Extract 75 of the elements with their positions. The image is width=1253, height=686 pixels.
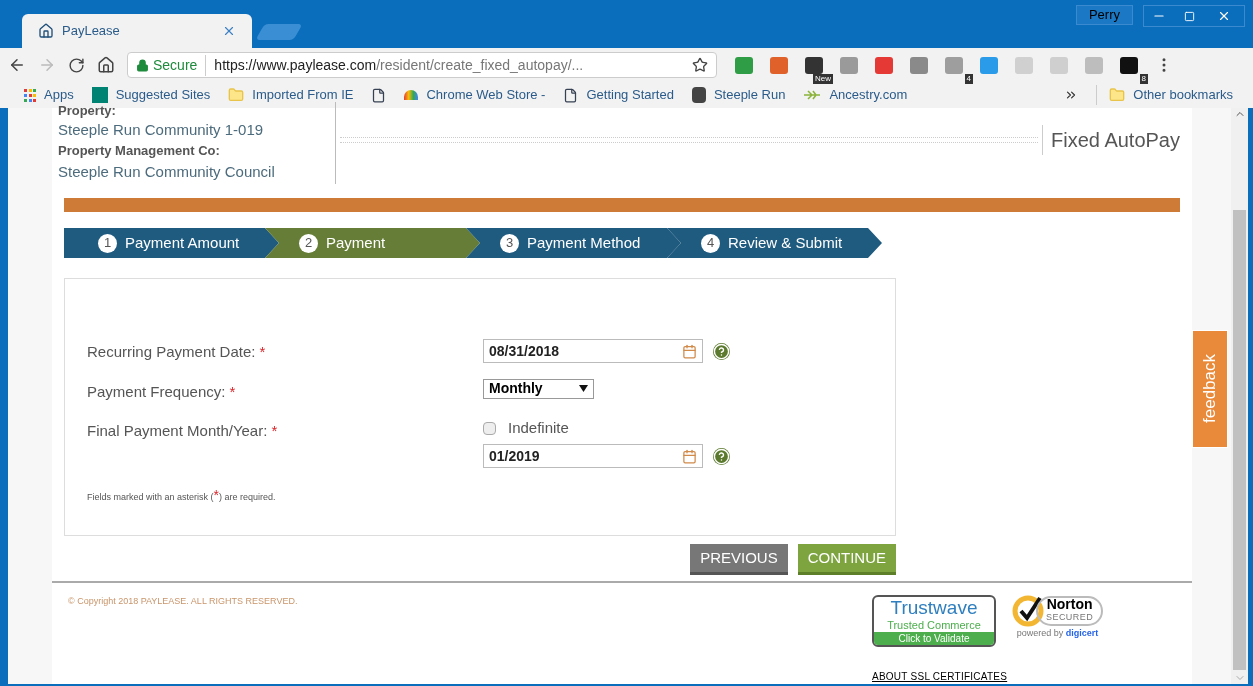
bookmark-item[interactable]: Imported From IE (228, 85, 354, 105)
bing-logo-icon (91, 87, 108, 103)
bookmark-item[interactable] (371, 87, 387, 103)
calendar-icon[interactable] (682, 448, 697, 464)
company-label: Property Management Co: (58, 142, 221, 160)
scrollbar[interactable] (1231, 108, 1248, 684)
page-icon (563, 87, 579, 103)
step-label: Review & Submit (728, 232, 843, 253)
bookmark-item[interactable]: Suggested Sites (91, 85, 211, 105)
step-number: 4 (701, 233, 720, 253)
trustwave-badge[interactable]: Trustwave Trusted Commerce Click to Validate (872, 595, 996, 647)
company-name: Steeple Run Community Council (58, 162, 276, 182)
copyright-text: © Copyright 2018 PAYLEASE. ALL RIGHTS RESERVED. (68, 595, 299, 608)
profile-button[interactable]: Perry (1075, 5, 1133, 25)
ssl-link[interactable]: ABOUT SSL CERTIFICATES (872, 669, 1104, 684)
folder-icon (228, 87, 245, 103)
property-label: Property: (58, 102, 117, 120)
maximize-icon[interactable] (1183, 10, 1195, 22)
dropdown-arrow-icon[interactable] (579, 385, 588, 392)
bookmark-star-icon[interactable] (692, 57, 708, 73)
field-label: Recurring Payment Date: * (87, 343, 266, 360)
date-input-field[interactable]: 08/31/2018 (483, 339, 703, 363)
bookmark-item[interactable]: Getting Started (563, 85, 674, 105)
address-bar[interactable]: Secure https://www.paylease.com/resident/create_fixed_autopay/... (127, 52, 717, 78)
required-note: Fields marked with an asterisk (*) are required. (87, 486, 277, 505)
close-icon[interactable] (1217, 9, 1231, 23)
forward-icon[interactable] (38, 56, 56, 74)
step-tab[interactable]: 3 Payment Method (466, 228, 681, 258)
secure-label: Secure (153, 54, 207, 76)
help-icon[interactable] (713, 342, 730, 360)
bookmark-item[interactable]: Other bookmarks (1096, 85, 1233, 105)
home-icon[interactable] (97, 56, 115, 74)
bookmark-item[interactable]: Steeple Run (691, 85, 786, 105)
extension-icon[interactable] (1120, 56, 1138, 74)
indefinite-checkbox[interactable] (483, 421, 496, 435)
step-number: 1 (98, 233, 117, 253)
page-title: Fixed AutoPay (1042, 125, 1180, 155)
url-text: https://www.paylease.com/resident/create_fixed_autopay/... (213, 55, 585, 75)
frequency-select[interactable]: Monthly (483, 378, 594, 399)
norton-badge[interactable]: Norton SECURED powered by digicert (1012, 595, 1104, 641)
step-label: Payment Method (527, 232, 641, 253)
help-icon[interactable] (713, 447, 730, 465)
date-input-field[interactable]: 01/2019 (483, 444, 703, 468)
previous-button[interactable]: PREVIOUS (690, 544, 788, 575)
calendar-icon[interactable] (682, 343, 697, 359)
step-label: Payment Amount (125, 232, 240, 253)
step-number: 2 (299, 233, 318, 253)
extension-badge: New (813, 73, 833, 84)
reload-icon[interactable] (68, 56, 85, 74)
bookmark-item[interactable]: Ancestry.com (803, 85, 908, 105)
folder-icon (1109, 87, 1126, 103)
field-label: Final Payment Month/Year: * (87, 422, 278, 439)
extension-badge: 8 (1139, 73, 1148, 84)
rainbow-icon (404, 90, 419, 100)
extension-icon[interactable] (805, 56, 823, 74)
bookmark-item[interactable]: Chrome Web Store - (404, 85, 546, 105)
step-tab[interactable]: 4 Review & Submit (667, 228, 882, 258)
lock-icon (136, 58, 149, 72)
checkmark-seal-icon (1012, 595, 1044, 627)
house-logo-icon (38, 23, 54, 39)
step-number: 3 (500, 233, 519, 253)
bookmark-item[interactable]: Apps (24, 85, 74, 105)
step-tab[interactable]: 2 Payment (265, 228, 480, 258)
checkbox-label: Indefinite (508, 417, 569, 438)
step-label: Payment (326, 232, 386, 253)
apps-grid-icon (24, 89, 36, 101)
property-name: Steeple Run Community 1-019 (58, 120, 265, 140)
browser-tab[interactable]: PayLease (22, 14, 252, 48)
tab-title: PayLease (62, 22, 121, 41)
back-icon[interactable] (8, 56, 26, 74)
step-tab[interactable]: 1 Payment Amount (64, 228, 279, 258)
field-label: Payment Frequency: * (87, 382, 236, 400)
page-icon (371, 87, 387, 103)
close-tab-icon[interactable] (222, 24, 236, 38)
extension-badge: 4 (964, 73, 973, 84)
